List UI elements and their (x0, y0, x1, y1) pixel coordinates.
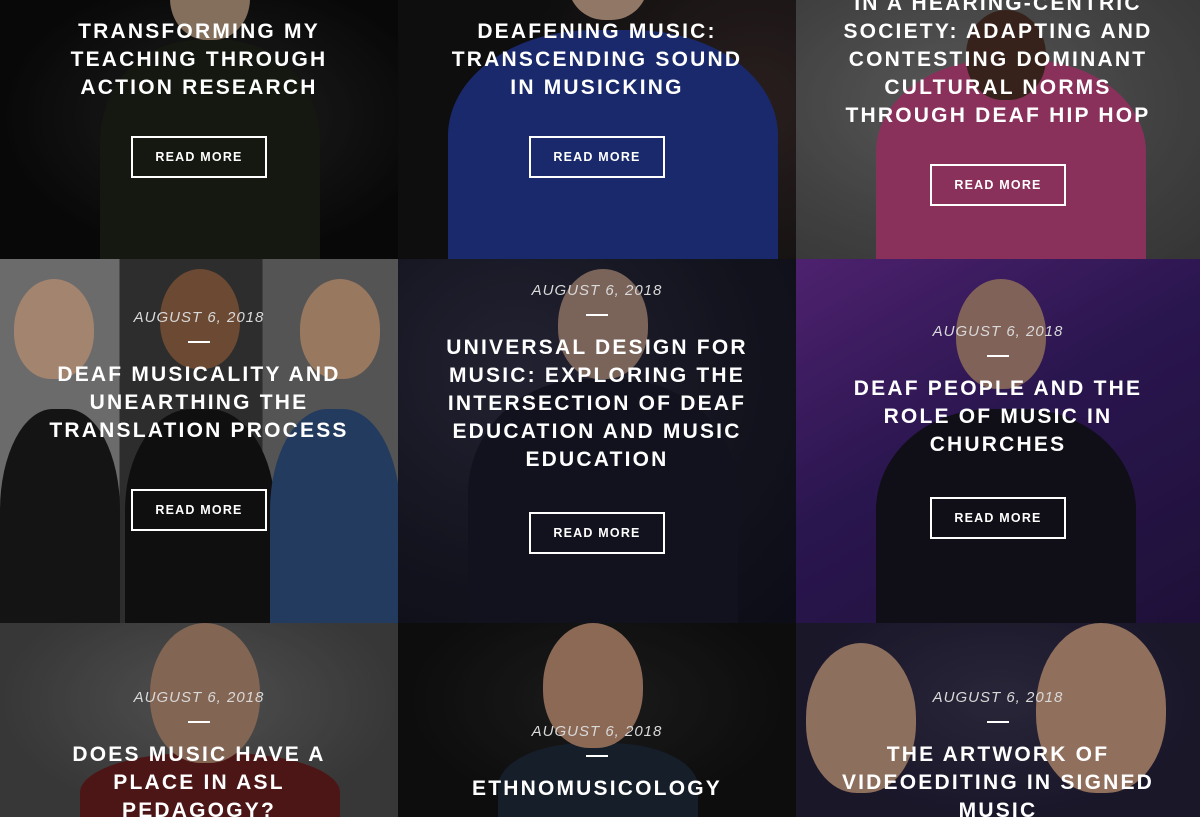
post-title[interactable]: Ethnomusicology (432, 775, 762, 803)
divider (188, 721, 210, 723)
read-more-button[interactable]: Read More (529, 136, 665, 178)
post-title[interactable]: The Artwork of Videoediting in Signed Mu… (796, 741, 1200, 817)
post-date: August 6, 2018 (932, 323, 1064, 340)
post-grid: Transforming my Teaching Through Action … (0, 0, 1200, 817)
post-date: August 6, 2018 (133, 689, 265, 706)
post-card-4[interactable]: August 6, 2018 Deaf Musicality and Unear… (0, 259, 398, 623)
post-card-6[interactable]: August 6, 2018 Deaf People and the Role … (796, 259, 1200, 623)
post-card-7[interactable]: August 6, 2018 Does Music Have a Place i… (0, 623, 398, 817)
post-title[interactable]: Deaf Musicality and Unearthing the Trans… (0, 361, 398, 445)
post-card-2[interactable]: Deafening Music: Transcending Sound in M… (398, 0, 796, 259)
divider (188, 341, 210, 343)
post-title[interactable]: Deafening Music: Transcending Sound in M… (398, 18, 796, 102)
post-card-9[interactable]: August 6, 2018 The Artwork of Videoediti… (796, 623, 1200, 817)
read-more-button[interactable]: Read More (131, 489, 267, 531)
post-date: August 6, 2018 (531, 282, 663, 299)
divider (987, 355, 1009, 357)
post-card-5[interactable]: August 6, 2018 Universal Design for Musi… (398, 259, 796, 623)
post-card-1[interactable]: Transforming my Teaching Through Action … (0, 0, 398, 259)
post-title[interactable]: Universal Design for Music: Exploring th… (398, 334, 796, 474)
post-title[interactable]: Deaf People and the Role of Music in Chu… (796, 375, 1200, 459)
read-more-button[interactable]: Read More (131, 136, 267, 178)
post-title[interactable]: in a Hearing-Centric Society: Adapting a… (796, 0, 1200, 130)
post-date: August 6, 2018 (932, 689, 1064, 706)
read-more-button[interactable]: Read More (930, 164, 1066, 206)
post-date: August 6, 2018 (531, 723, 663, 740)
divider (586, 314, 608, 316)
post-title[interactable]: Does Music Have a Place in ASL Pedagogy? (0, 741, 398, 817)
post-date: August 6, 2018 (133, 309, 265, 326)
post-card-8[interactable]: August 6, 2018 Ethnomusicology (398, 623, 796, 817)
divider (987, 721, 1009, 723)
divider (586, 755, 608, 757)
post-card-3[interactable]: in a Hearing-Centric Society: Adapting a… (796, 0, 1200, 259)
read-more-button[interactable]: Read More (529, 512, 665, 554)
read-more-button[interactable]: Read More (930, 497, 1066, 539)
post-title[interactable]: Transforming my Teaching Through Action … (0, 18, 398, 102)
